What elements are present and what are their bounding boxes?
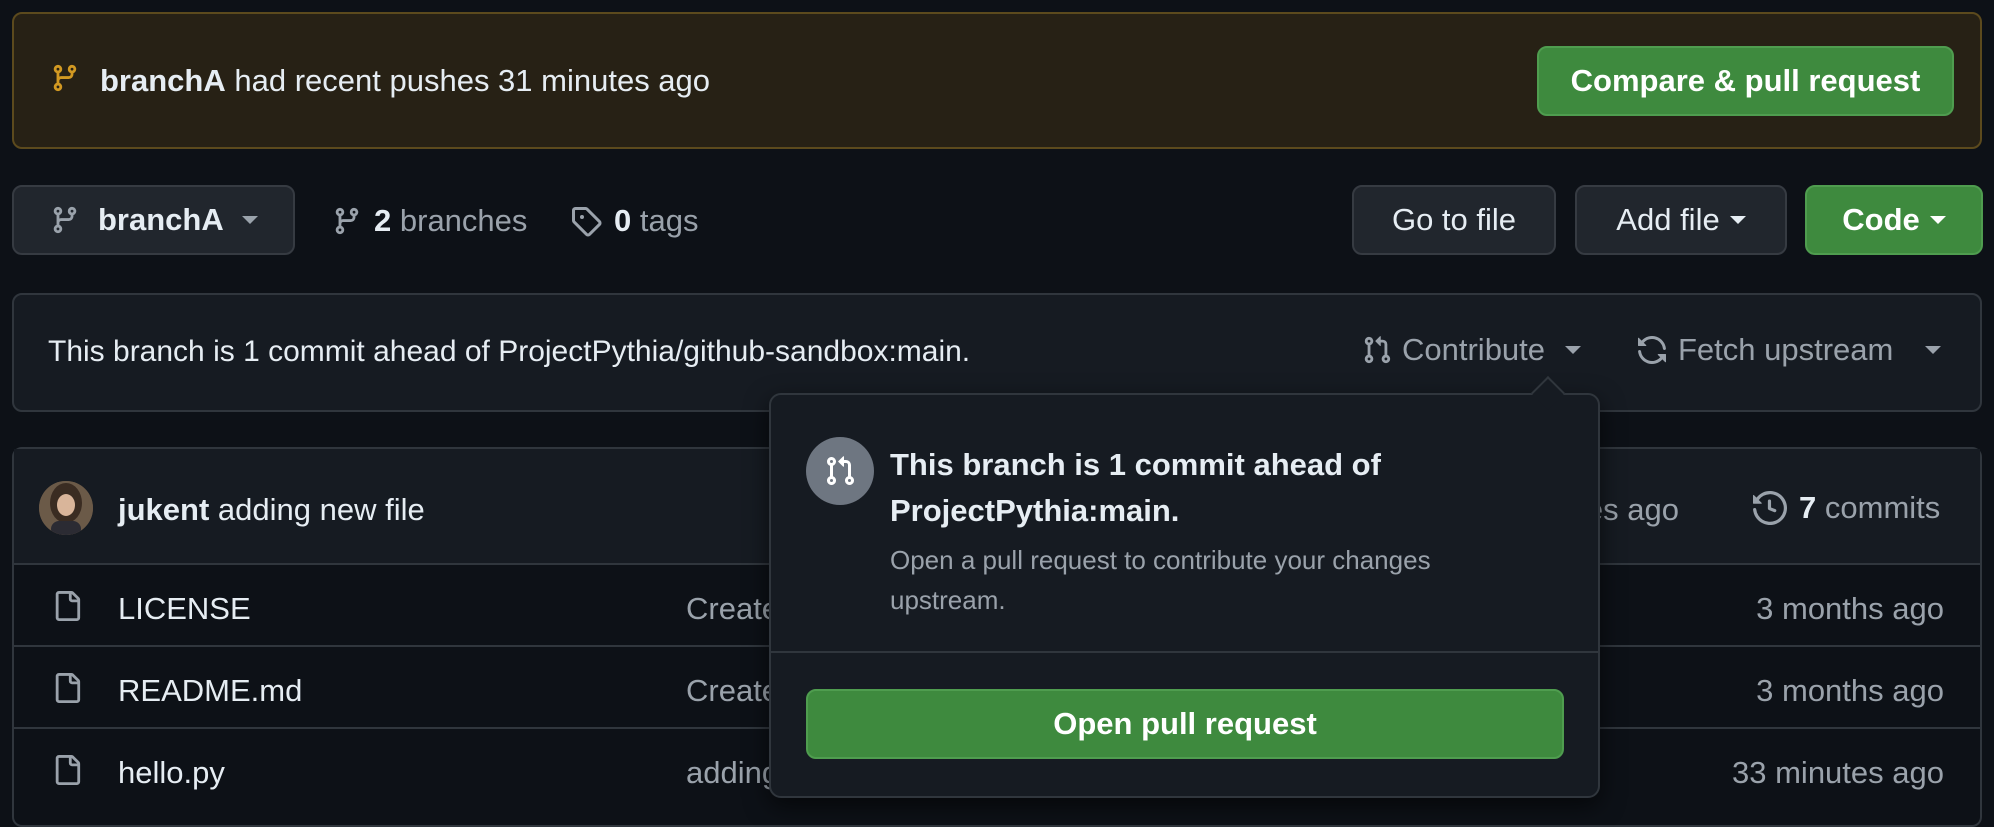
branch-ahead-message: This branch is 1 commit ahead of Project… xyxy=(48,335,971,368)
history-icon xyxy=(1753,491,1787,525)
file-name[interactable]: LICENSE xyxy=(118,591,251,627)
git-pull-request-icon xyxy=(824,454,856,488)
tags-link[interactable]: 0 tags xyxy=(570,203,698,239)
branch-select-button[interactable]: branchA xyxy=(12,185,295,255)
go-to-file-button[interactable]: Go to file xyxy=(1352,185,1556,255)
commit-author[interactable]: jukent xyxy=(118,492,209,527)
git-branch-icon xyxy=(50,60,80,96)
chevron-down-icon xyxy=(1565,346,1582,354)
code-label: Code xyxy=(1842,202,1920,237)
latest-commit-text: jukent adding new file xyxy=(118,492,425,528)
file-commit-time: 3 months ago xyxy=(1756,673,1944,708)
git-pull-request-icon xyxy=(1362,334,1392,366)
code-button[interactable]: Code xyxy=(1805,185,1983,255)
branches-count: 2 xyxy=(374,203,392,238)
file-icon xyxy=(52,589,82,623)
file-commit-message[interactable]: Create xyxy=(686,591,779,627)
file-commit-time: 3 months ago xyxy=(1756,591,1944,626)
compare-pull-request-button[interactable]: Compare & pull request xyxy=(1537,46,1954,116)
commit-message[interactable]: adding new file xyxy=(218,492,425,527)
chevron-down-icon xyxy=(241,216,258,224)
recent-push-message: branchA had recent pushes 31 minutes ago xyxy=(100,63,710,99)
add-file-label: Add file xyxy=(1616,202,1720,237)
file-name[interactable]: README.md xyxy=(118,673,302,709)
file-commit-time: 33 minutes ago xyxy=(1732,755,1944,790)
file-commit-message[interactable]: Create xyxy=(686,673,779,709)
chevron-down-icon xyxy=(1729,216,1746,224)
file-commit-message[interactable]: adding xyxy=(686,755,779,791)
fetch-upstream-label: Fetch upstream xyxy=(1678,332,1894,367)
divider xyxy=(771,651,1598,653)
contribute-dropdown[interactable]: Contribute xyxy=(1362,332,1582,368)
banner-branch-name[interactable]: branchA xyxy=(100,63,226,98)
chevron-down-icon xyxy=(1925,346,1942,354)
file-icon xyxy=(52,753,82,787)
commits-history-link[interactable]: 7 commits xyxy=(1753,490,1940,526)
banner-message: had recent pushes 31 minutes ago xyxy=(234,63,711,98)
file-name[interactable]: hello.py xyxy=(118,755,225,791)
branch-select-label: branchA xyxy=(98,202,224,237)
commits-label: commits xyxy=(1824,490,1941,525)
chevron-down-icon xyxy=(1929,216,1946,224)
open-pull-request-button[interactable]: Open pull request xyxy=(806,689,1564,759)
tag-icon xyxy=(570,205,602,237)
git-branch-icon xyxy=(50,204,80,236)
popover-description: Open a pull request to contribute your c… xyxy=(890,545,1431,615)
file-icon xyxy=(52,671,82,705)
contribute-label: Contribute xyxy=(1402,332,1546,367)
add-file-button[interactable]: Add file xyxy=(1575,185,1787,255)
avatar[interactable] xyxy=(39,481,93,535)
tags-count: 0 xyxy=(614,203,632,238)
popover-title: This branch is 1 commit ahead of Project… xyxy=(890,447,1381,528)
sync-icon xyxy=(1636,334,1668,366)
pull-request-badge xyxy=(806,437,874,505)
branches-label: branches xyxy=(399,203,528,238)
git-branch-icon xyxy=(332,205,362,237)
fetch-upstream-dropdown[interactable]: Fetch upstream xyxy=(1636,332,1942,368)
commits-count: 7 xyxy=(1799,490,1817,525)
branches-link[interactable]: 2 branches xyxy=(332,203,527,239)
tags-label: tags xyxy=(639,203,699,238)
